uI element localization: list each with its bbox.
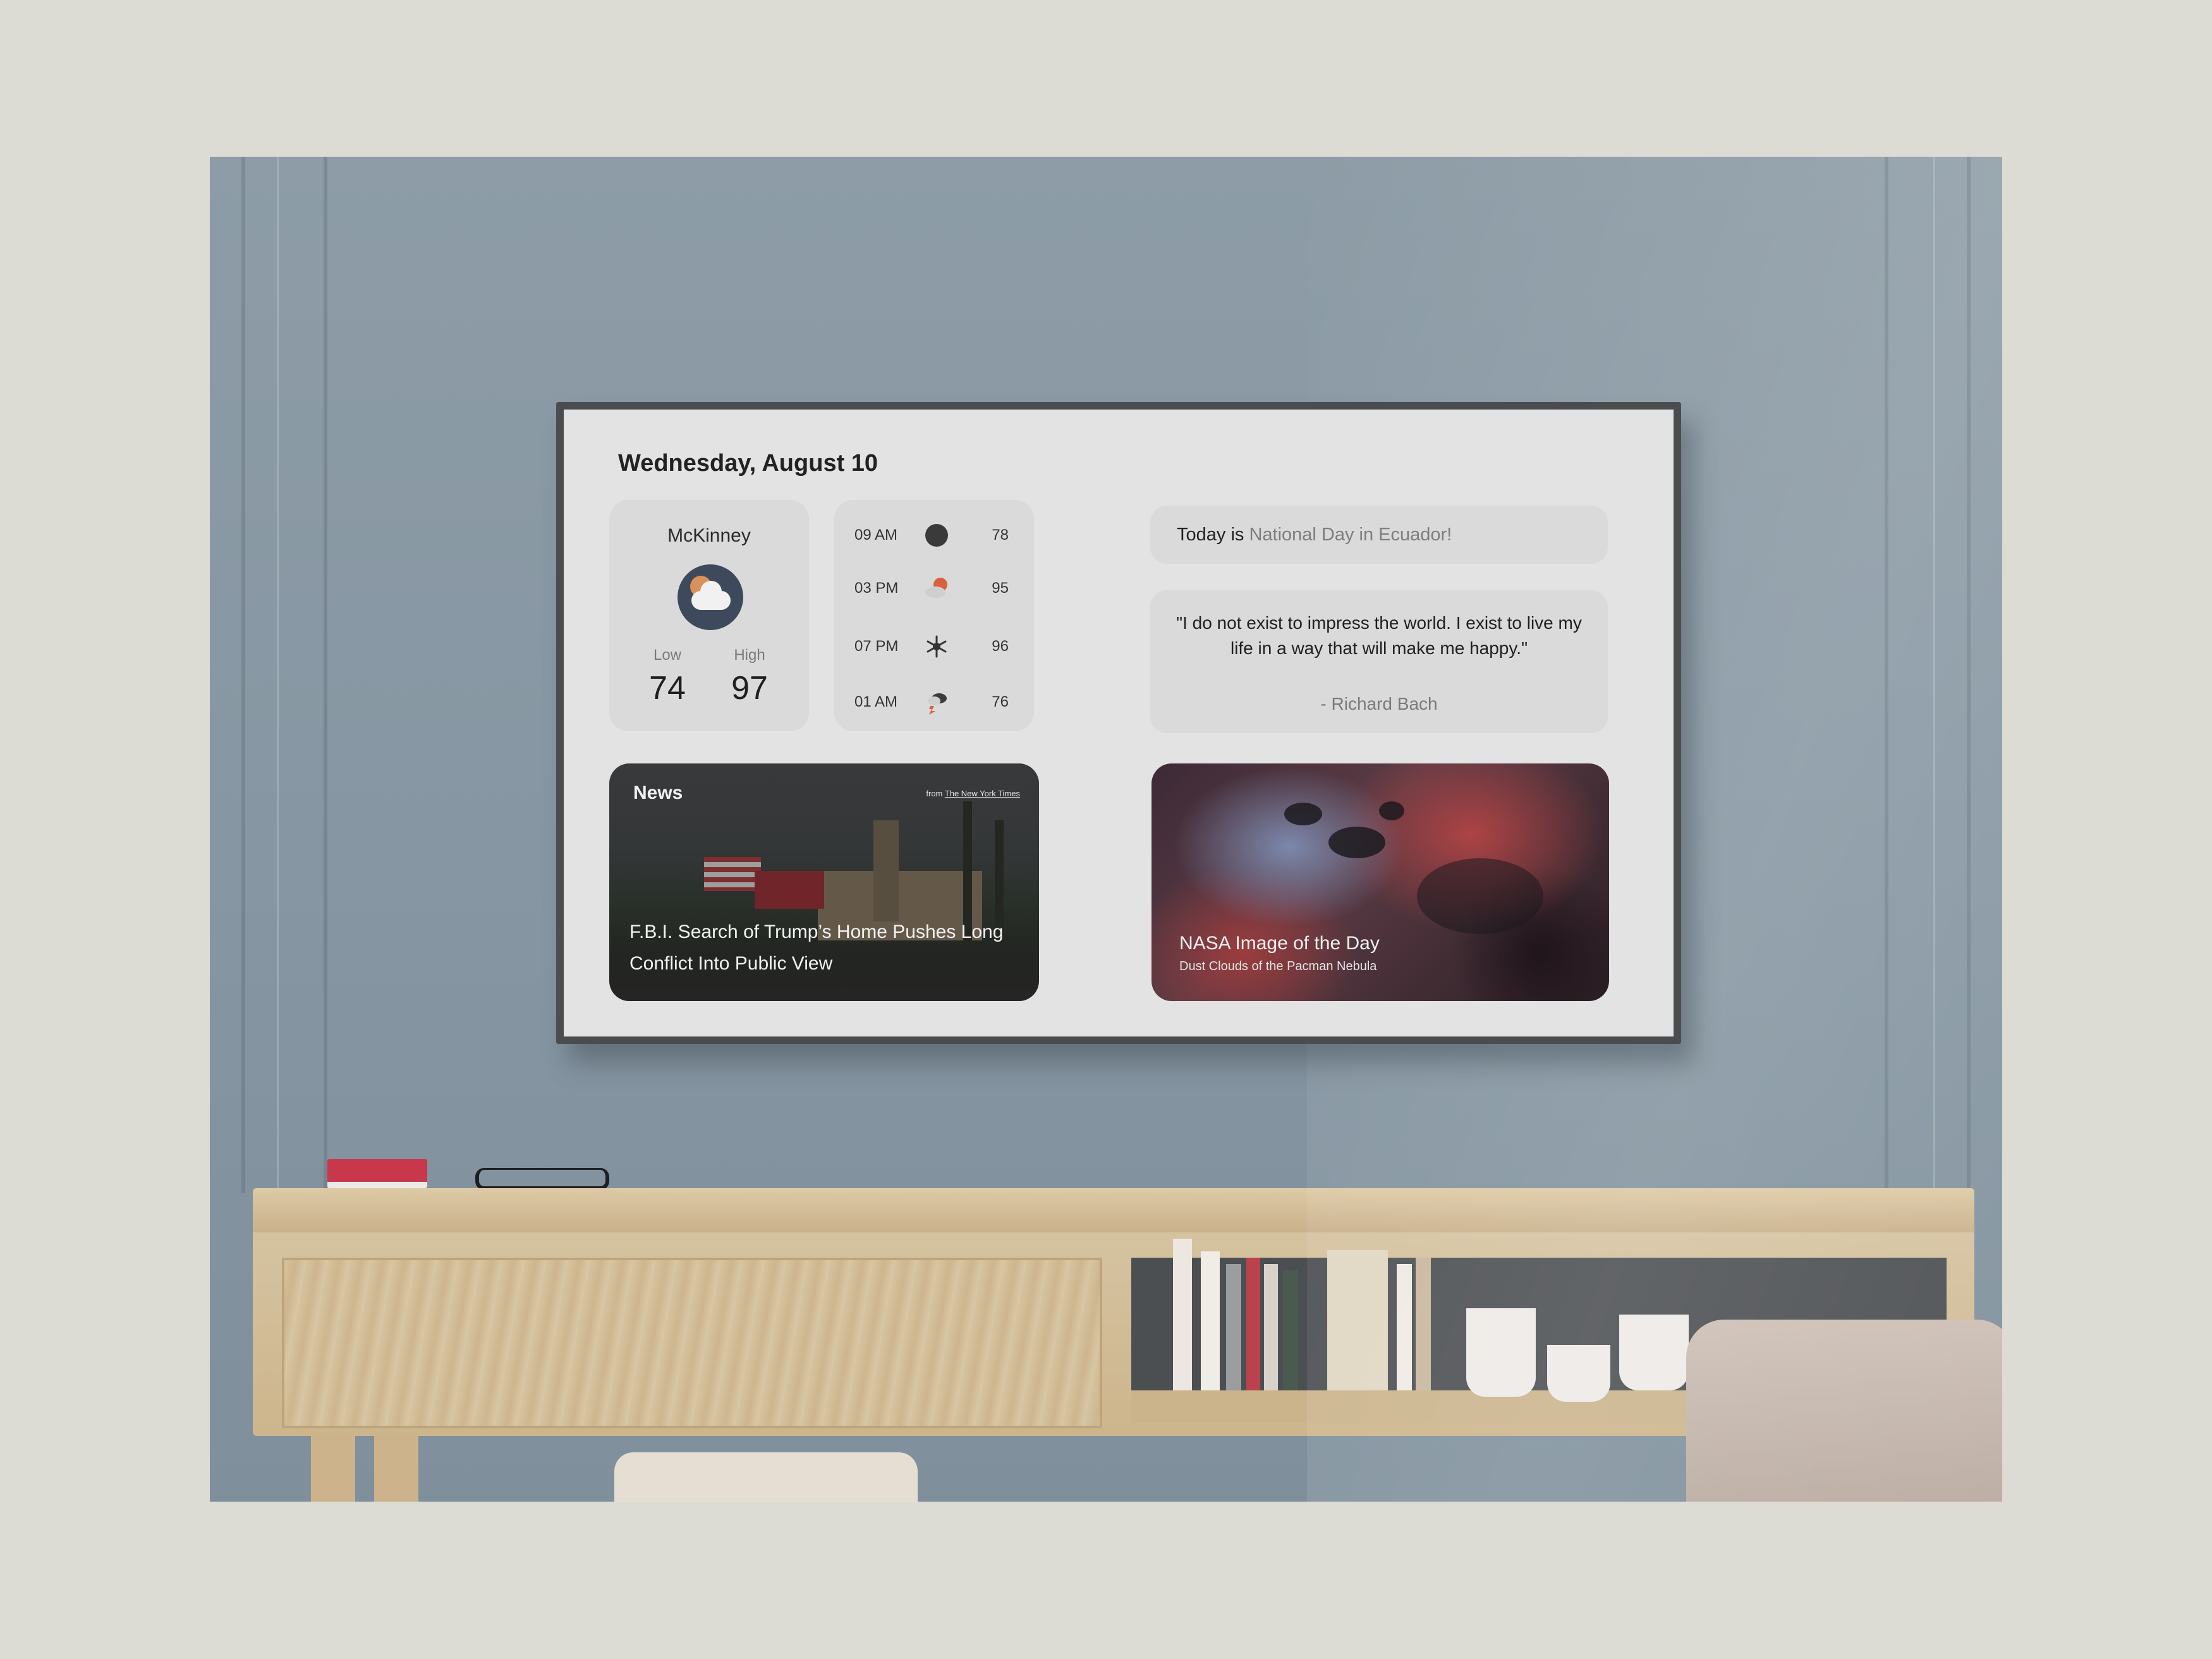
today-fact: Today is National Day in Ecuador!: [1177, 525, 1452, 545]
wooden-console: [253, 1188, 1974, 1436]
today-fact-prefix: Today is: [1177, 525, 1244, 545]
quote-author: - Richard Bach: [1320, 694, 1438, 714]
book-stack: [327, 1159, 427, 1188]
tv-frame: Wednesday, August 10 McKinney Low High 7…: [556, 402, 1681, 1044]
cup: [1700, 1351, 1776, 1401]
partly-cloudy-icon: [678, 564, 743, 630]
console-drawer: [282, 1258, 1102, 1428]
book: [1416, 1258, 1431, 1390]
pencil-cup: [1619, 1315, 1689, 1390]
book: [1397, 1264, 1412, 1390]
hour-temp: 78: [992, 526, 1009, 544]
nebula-dust: [1417, 858, 1543, 934]
hour-time: 07 PM: [854, 638, 899, 655]
dashboard-screen: Wednesday, August 10 McKinney Low High 7…: [564, 410, 1674, 1036]
cup: [1547, 1345, 1610, 1402]
date-title: Wednesday, August 10: [618, 450, 878, 477]
nasa-subtitle: Dust Clouds of the Pacman Nebula: [1179, 959, 1377, 973]
snowflake-icon: [927, 635, 947, 658]
hour-time: 03 PM: [854, 580, 899, 597]
nebula-dust: [1284, 803, 1322, 825]
high-temp: 97: [731, 670, 768, 707]
hourly-row: 07 PM 96: [834, 631, 1034, 663]
book: [1226, 1264, 1241, 1390]
wall-molding: [1933, 157, 1935, 1193]
news-source-link[interactable]: The New York Times: [945, 789, 1020, 798]
hour-temp: 95: [992, 580, 1009, 597]
book: [1264, 1264, 1278, 1390]
wall-molding: [277, 157, 279, 1193]
news-source: from The New York Times: [926, 789, 1020, 798]
book: [1327, 1250, 1388, 1390]
book: [1246, 1258, 1260, 1390]
hour-time: 09 AM: [854, 526, 898, 544]
today-fact-value: National Day in Ecuador!: [1249, 525, 1452, 545]
thunderstorm-icon: [928, 693, 947, 715]
wall-molding: [324, 157, 327, 1193]
pouf: [1686, 1320, 2002, 1502]
wall-molding: [1885, 157, 1888, 1193]
hourly-row: 01 AM 76: [834, 687, 1034, 719]
quote-text: "I do not exist to impress the world. I …: [1176, 613, 1582, 658]
news-source-prefix: from: [926, 789, 943, 798]
console-leg: [311, 1433, 355, 1502]
console-leg: [374, 1433, 418, 1502]
book: [1201, 1251, 1220, 1390]
eyeglasses: [475, 1168, 609, 1190]
nebula-dust: [1328, 827, 1385, 858]
hour-temp: 96: [992, 638, 1009, 655]
high-label: High: [734, 647, 765, 664]
nebula-dust: [1379, 801, 1404, 820]
hour-temp: 76: [992, 693, 1009, 710]
hourly-row: 03 PM 95: [834, 573, 1034, 605]
news-headline[interactable]: F.B.I. Search of Trump’s Home Pushes Lon…: [629, 916, 1014, 980]
hourly-row: 09 AM 78: [834, 520, 1034, 552]
quote-card[interactable]: "I do not exist to impress the world. I …: [1150, 590, 1608, 733]
nasa-image-card[interactable]: NASA Image of the Day Dust Clouds of the…: [1152, 763, 1609, 1001]
wall-molding: [241, 157, 245, 1193]
today-fact-card[interactable]: Today is National Day in Ecuador!: [1150, 506, 1608, 564]
news-card[interactable]: News from The New York Times F.B.I. Sear…: [609, 763, 1039, 1001]
hourly-forecast-card[interactable]: 09 AM 78 03 PM 95 07 PM 96 01 AM 76: [834, 500, 1034, 731]
jar: [1466, 1308, 1536, 1397]
nasa-title: NASA Image of the Day: [1179, 933, 1380, 954]
floor-cushion: [614, 1452, 918, 1502]
wall-molding: [1967, 157, 1971, 1193]
low-label: Low: [653, 647, 682, 664]
low-temp: 74: [649, 670, 686, 707]
book: [1283, 1270, 1298, 1390]
moon-icon: [925, 524, 948, 547]
city-name: McKinney: [667, 525, 751, 546]
partly-cloudy-sun-icon: [925, 578, 947, 598]
hour-time: 01 AM: [854, 693, 898, 710]
news-label: News: [633, 782, 683, 803]
weather-card[interactable]: McKinney Low High 74 97: [609, 500, 809, 731]
book: [1173, 1239, 1192, 1390]
